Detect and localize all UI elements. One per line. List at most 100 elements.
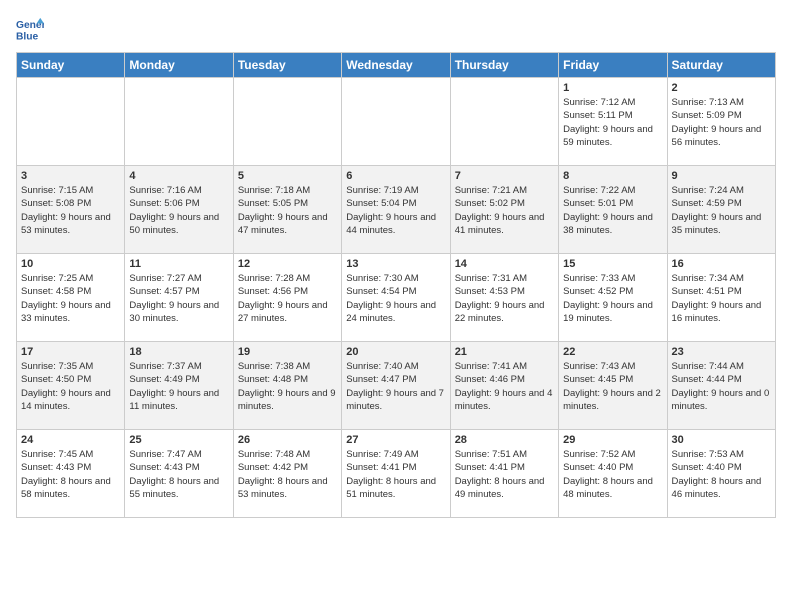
day-number: 17 [21, 346, 120, 358]
day-number: 14 [455, 258, 554, 270]
day-number: 25 [129, 434, 228, 446]
day-info: Sunrise: 7:47 AMSunset: 4:43 PMDaylight:… [129, 448, 228, 501]
day-number: 13 [346, 258, 445, 270]
calendar-cell [450, 78, 558, 166]
day-info: Sunrise: 7:18 AMSunset: 5:05 PMDaylight:… [238, 184, 337, 237]
weekday-header: Saturday [667, 53, 775, 78]
day-info: Sunrise: 7:37 AMSunset: 4:49 PMDaylight:… [129, 360, 228, 413]
calendar-cell: 22 Sunrise: 7:43 AMSunset: 4:45 PMDayligh… [559, 342, 667, 430]
calendar-cell: 16 Sunrise: 7:34 AMSunset: 4:51 PMDayligh… [667, 254, 775, 342]
day-info: Sunrise: 7:49 AMSunset: 4:41 PMDaylight:… [346, 448, 445, 501]
day-info: Sunrise: 7:22 AMSunset: 5:01 PMDaylight:… [563, 184, 662, 237]
day-number: 7 [455, 170, 554, 182]
day-number: 16 [672, 258, 771, 270]
calendar-cell: 8 Sunrise: 7:22 AMSunset: 5:01 PMDaylight… [559, 166, 667, 254]
day-info: Sunrise: 7:24 AMSunset: 4:59 PMDaylight:… [672, 184, 771, 237]
day-info: Sunrise: 7:52 AMSunset: 4:40 PMDaylight:… [563, 448, 662, 501]
day-info: Sunrise: 7:25 AMSunset: 4:58 PMDaylight:… [21, 272, 120, 325]
day-number: 19 [238, 346, 337, 358]
calendar-cell: 13 Sunrise: 7:30 AMSunset: 4:54 PMDayligh… [342, 254, 450, 342]
calendar-table: SundayMondayTuesdayWednesdayThursdayFrid… [16, 52, 776, 518]
calendar-week-row: 3 Sunrise: 7:15 AMSunset: 5:08 PMDaylight… [17, 166, 776, 254]
day-number: 11 [129, 258, 228, 270]
day-info: Sunrise: 7:34 AMSunset: 4:51 PMDaylight:… [672, 272, 771, 325]
header-row: SundayMondayTuesdayWednesdayThursdayFrid… [17, 53, 776, 78]
day-number: 24 [21, 434, 120, 446]
day-info: Sunrise: 7:48 AMSunset: 4:42 PMDaylight:… [238, 448, 337, 501]
day-info: Sunrise: 7:44 AMSunset: 4:44 PMDaylight:… [672, 360, 771, 413]
weekday-header: Tuesday [233, 53, 341, 78]
day-info: Sunrise: 7:41 AMSunset: 4:46 PMDaylight:… [455, 360, 554, 413]
day-info: Sunrise: 7:53 AMSunset: 4:40 PMDaylight:… [672, 448, 771, 501]
day-number: 28 [455, 434, 554, 446]
weekday-header: Thursday [450, 53, 558, 78]
day-info: Sunrise: 7:31 AMSunset: 4:53 PMDaylight:… [455, 272, 554, 325]
logo-icon: General Blue [16, 16, 44, 44]
day-number: 18 [129, 346, 228, 358]
day-info: Sunrise: 7:12 AMSunset: 5:11 PMDaylight:… [563, 96, 662, 149]
day-info: Sunrise: 7:51 AMSunset: 4:41 PMDaylight:… [455, 448, 554, 501]
logo: General Blue [16, 16, 44, 44]
day-number: 21 [455, 346, 554, 358]
calendar-cell: 26 Sunrise: 7:48 AMSunset: 4:42 PMDayligh… [233, 430, 341, 518]
day-number: 20 [346, 346, 445, 358]
calendar-cell: 18 Sunrise: 7:37 AMSunset: 4:49 PMDayligh… [125, 342, 233, 430]
day-number: 6 [346, 170, 445, 182]
day-number: 4 [129, 170, 228, 182]
day-info: Sunrise: 7:45 AMSunset: 4:43 PMDaylight:… [21, 448, 120, 501]
day-info: Sunrise: 7:15 AMSunset: 5:08 PMDaylight:… [21, 184, 120, 237]
calendar-cell: 24 Sunrise: 7:45 AMSunset: 4:43 PMDayligh… [17, 430, 125, 518]
day-number: 27 [346, 434, 445, 446]
calendar-cell: 29 Sunrise: 7:52 AMSunset: 4:40 PMDayligh… [559, 430, 667, 518]
day-number: 2 [672, 82, 771, 94]
calendar-week-row: 17 Sunrise: 7:35 AMSunset: 4:50 PMDayligh… [17, 342, 776, 430]
weekday-header: Sunday [17, 53, 125, 78]
calendar-cell: 10 Sunrise: 7:25 AMSunset: 4:58 PMDayligh… [17, 254, 125, 342]
calendar-cell [342, 78, 450, 166]
calendar-week-row: 1 Sunrise: 7:12 AMSunset: 5:11 PMDaylight… [17, 78, 776, 166]
calendar-cell: 1 Sunrise: 7:12 AMSunset: 5:11 PMDaylight… [559, 78, 667, 166]
day-info: Sunrise: 7:28 AMSunset: 4:56 PMDaylight:… [238, 272, 337, 325]
day-number: 3 [21, 170, 120, 182]
calendar-cell: 12 Sunrise: 7:28 AMSunset: 4:56 PMDayligh… [233, 254, 341, 342]
day-number: 1 [563, 82, 662, 94]
calendar-cell [17, 78, 125, 166]
calendar-cell: 5 Sunrise: 7:18 AMSunset: 5:05 PMDaylight… [233, 166, 341, 254]
day-number: 29 [563, 434, 662, 446]
day-number: 22 [563, 346, 662, 358]
day-info: Sunrise: 7:33 AMSunset: 4:52 PMDaylight:… [563, 272, 662, 325]
day-info: Sunrise: 7:30 AMSunset: 4:54 PMDaylight:… [346, 272, 445, 325]
day-info: Sunrise: 7:16 AMSunset: 5:06 PMDaylight:… [129, 184, 228, 237]
calendar-cell: 20 Sunrise: 7:40 AMSunset: 4:47 PMDayligh… [342, 342, 450, 430]
calendar-cell: 28 Sunrise: 7:51 AMSunset: 4:41 PMDayligh… [450, 430, 558, 518]
weekday-header: Friday [559, 53, 667, 78]
day-number: 9 [672, 170, 771, 182]
calendar-cell: 11 Sunrise: 7:27 AMSunset: 4:57 PMDayligh… [125, 254, 233, 342]
day-number: 10 [21, 258, 120, 270]
day-info: Sunrise: 7:35 AMSunset: 4:50 PMDaylight:… [21, 360, 120, 413]
day-number: 26 [238, 434, 337, 446]
day-number: 5 [238, 170, 337, 182]
calendar-cell: 9 Sunrise: 7:24 AMSunset: 4:59 PMDaylight… [667, 166, 775, 254]
calendar-cell: 21 Sunrise: 7:41 AMSunset: 4:46 PMDayligh… [450, 342, 558, 430]
calendar-cell: 4 Sunrise: 7:16 AMSunset: 5:06 PMDaylight… [125, 166, 233, 254]
day-info: Sunrise: 7:40 AMSunset: 4:47 PMDaylight:… [346, 360, 445, 413]
weekday-header: Monday [125, 53, 233, 78]
calendar-week-row: 24 Sunrise: 7:45 AMSunset: 4:43 PMDayligh… [17, 430, 776, 518]
day-number: 15 [563, 258, 662, 270]
day-number: 23 [672, 346, 771, 358]
day-info: Sunrise: 7:21 AMSunset: 5:02 PMDaylight:… [455, 184, 554, 237]
page-header: General Blue [16, 16, 776, 44]
day-info: Sunrise: 7:43 AMSunset: 4:45 PMDaylight:… [563, 360, 662, 413]
calendar-week-row: 10 Sunrise: 7:25 AMSunset: 4:58 PMDayligh… [17, 254, 776, 342]
day-number: 8 [563, 170, 662, 182]
calendar-cell: 6 Sunrise: 7:19 AMSunset: 5:04 PMDaylight… [342, 166, 450, 254]
day-info: Sunrise: 7:27 AMSunset: 4:57 PMDaylight:… [129, 272, 228, 325]
calendar-cell: 23 Sunrise: 7:44 AMSunset: 4:44 PMDayligh… [667, 342, 775, 430]
day-info: Sunrise: 7:19 AMSunset: 5:04 PMDaylight:… [346, 184, 445, 237]
day-number: 12 [238, 258, 337, 270]
calendar-cell: 25 Sunrise: 7:47 AMSunset: 4:43 PMDayligh… [125, 430, 233, 518]
calendar-cell: 3 Sunrise: 7:15 AMSunset: 5:08 PMDaylight… [17, 166, 125, 254]
calendar-cell: 15 Sunrise: 7:33 AMSunset: 4:52 PMDayligh… [559, 254, 667, 342]
calendar-cell: 7 Sunrise: 7:21 AMSunset: 5:02 PMDaylight… [450, 166, 558, 254]
